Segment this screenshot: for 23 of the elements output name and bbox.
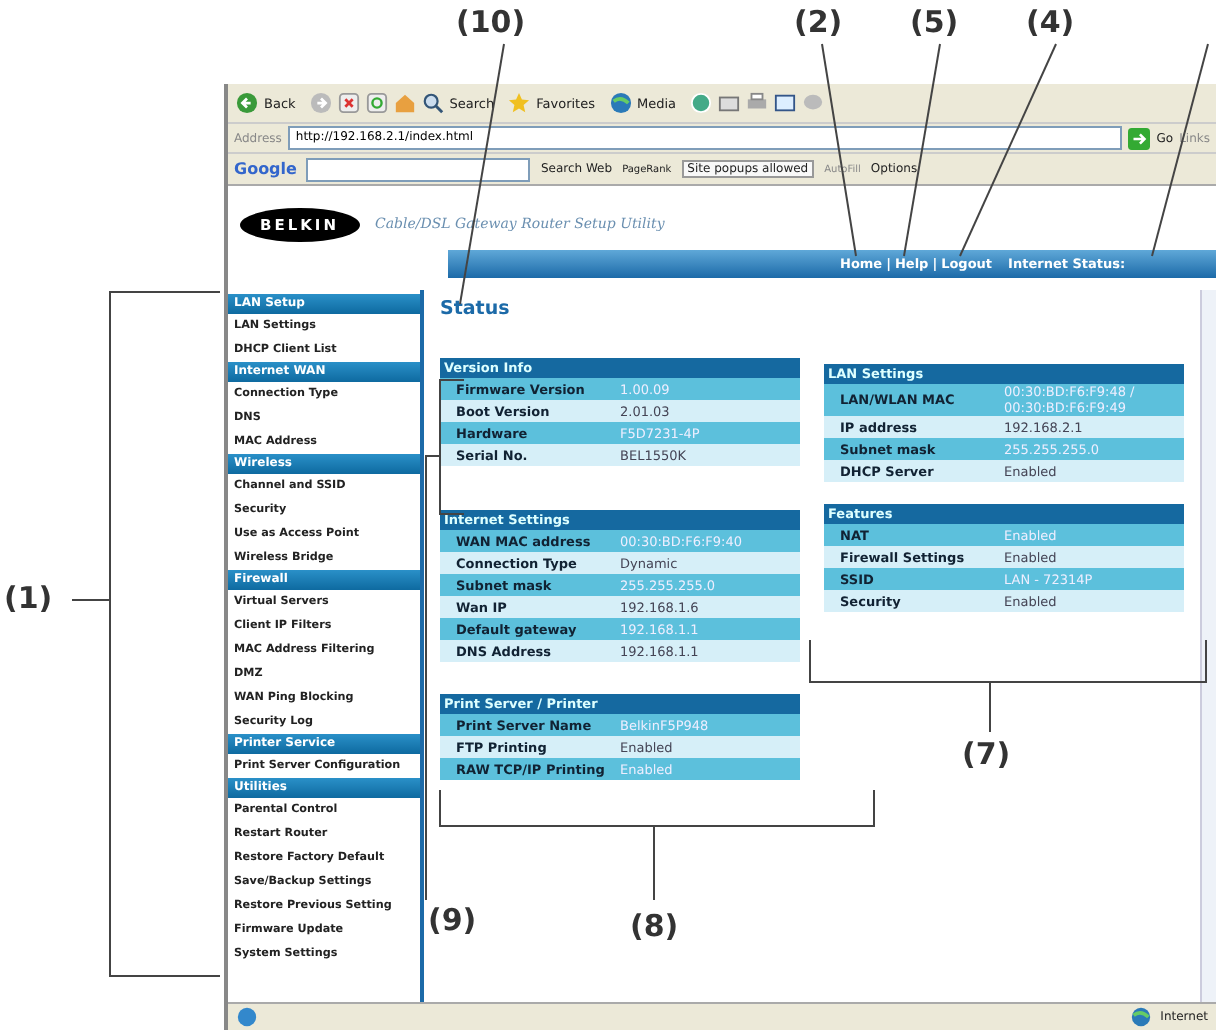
callout-number: (8) [630,908,679,944]
callout-number: (2) [794,4,843,40]
callout-number: (5) [910,4,959,40]
forward-icon[interactable] [309,92,332,114]
callout-number: (4) [1026,4,1075,40]
google-logo[interactable]: Google [234,160,297,178]
star-icon[interactable] [508,92,531,114]
printer-icon[interactable] [746,92,769,114]
callout-number: (10) [456,4,526,40]
refresh-icon[interactable] [365,92,388,114]
callout-number: (9) [428,902,477,938]
callout-number: (7) [962,736,1011,772]
globe-icon[interactable] [609,92,631,114]
page-title: Status [440,298,512,324]
google-search-field[interactable] [306,157,531,181]
callout-number: (1) [4,580,53,616]
go-icon[interactable] [1128,127,1151,149]
stop-icon[interactable] [337,92,360,114]
magnifier-icon[interactable] [421,92,444,114]
scrollbar[interactable] [1200,290,1216,1002]
window-icon[interactable] [774,92,797,114]
back-icon[interactable] [236,92,258,114]
globe-icon [1130,1006,1153,1028]
